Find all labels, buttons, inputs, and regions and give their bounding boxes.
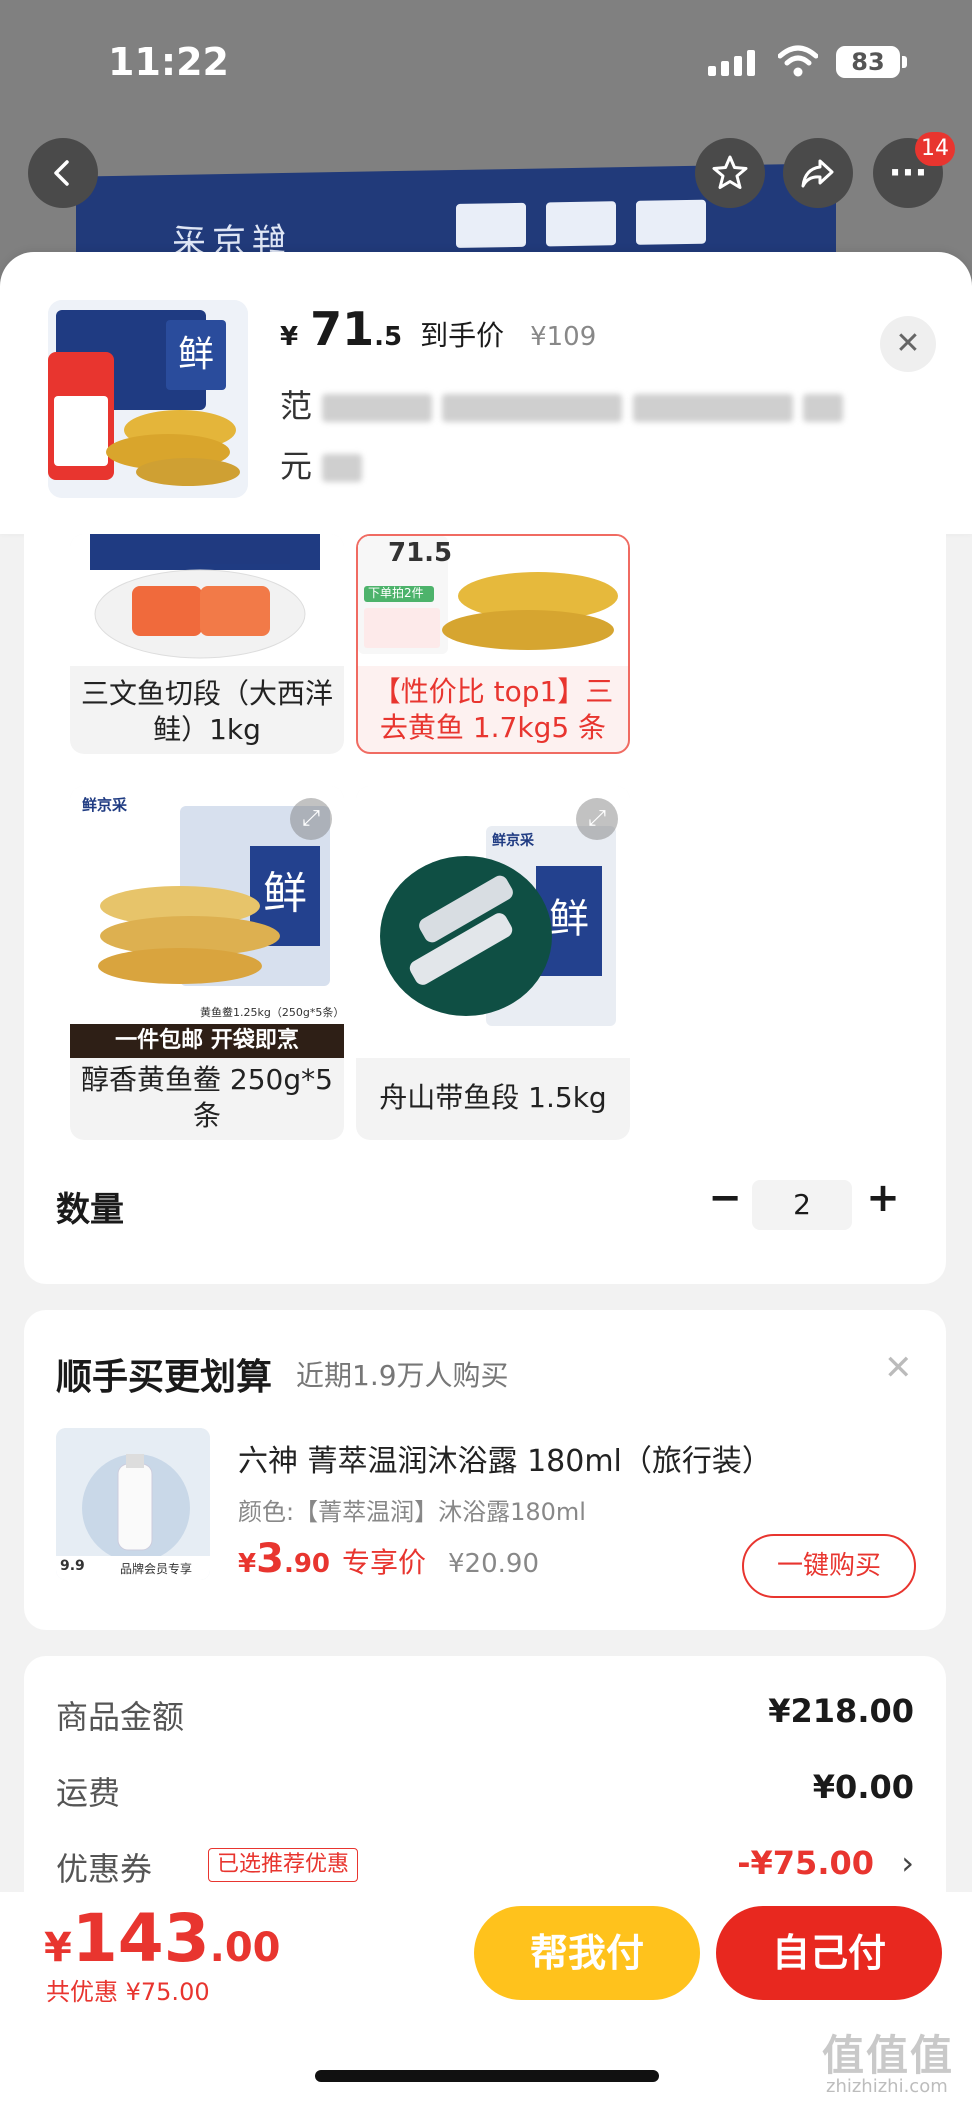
original-price: ¥109 <box>530 322 597 352</box>
quantity-input[interactable]: 2 <box>752 1180 852 1230</box>
svg-text:鲜: 鲜 <box>549 896 589 942</box>
summary-row-shipping: 运费 ¥0.00 <box>56 1768 914 1812</box>
recommend-product-name: 六神 菁萃温润沐浴露 180ml（旅行装） <box>238 1444 772 1479</box>
option-salmon[interactable]: 三文鱼切段（大西洋鲑）1kg <box>70 534 344 754</box>
summary-row-coupon[interactable]: 优惠券 已选推荐优惠 -¥75.00 › <box>56 1844 914 1894</box>
chevron-right-icon: › <box>901 1844 914 1882</box>
option-image: 鲜 鲜京采 ⤢ <box>356 786 630 1058</box>
thumb-price: 9.9 <box>60 1558 85 1574</box>
svg-text:鲜: 鲜 <box>263 868 307 919</box>
option-yellow-croaker-selected[interactable]: 71.5 下单拍2件 【性价比 top1】三去黄鱼 1.7kg5 条 <box>356 534 630 754</box>
option-image <box>70 534 344 666</box>
option-brand: 鲜京采 <box>492 833 534 849</box>
option-ribbonfish[interactable]: 鲜 鲜京采 ⤢ 舟山带鱼段 1.5kg <box>356 786 630 1140</box>
wifi-icon <box>778 45 818 77</box>
help-me-pay-button[interactable]: 帮我付 <box>474 1906 700 2000</box>
option-spec: 黄鱼鲞1.25kg（250g*5条） <box>200 1006 344 1019</box>
pay-myself-button[interactable]: 自己付 <box>716 1906 942 2000</box>
option-image: 鲜 鲜京采 黄鱼鲞1.25kg（250g*5条） 一件包邮 开袋即烹 ⤢ <box>70 786 344 1058</box>
status-time: 11:22 <box>108 40 229 84</box>
summary-row-goods-amount: 商品金额 ¥218.00 <box>56 1692 914 1736</box>
recommend-original-price: ¥20.90 <box>448 1549 539 1579</box>
price-label: 到手价 <box>420 319 505 352</box>
favorite-button[interactable] <box>695 138 765 208</box>
expand-icon[interactable]: ⤢ <box>290 798 332 840</box>
option-banner: 一件包邮 开袋即烹 <box>115 1028 299 1053</box>
option-name: 舟山带鱼段 1.5kg <box>379 1081 607 1114</box>
recommend-price: ¥ 3 .90 专享价 ¥20.90 <box>238 1536 539 1582</box>
addon-recommendation-card: 顺手买更划算 近期1.9万人购买 ✕ 9.9 品牌会员专享 六神 菁萃温润沐浴露… <box>24 1310 946 1630</box>
watermark-url: zhizhizhi.com <box>826 2076 948 2097</box>
notification-badge: 14 <box>915 132 955 166</box>
variant-options-panel: 三文鱼切段（大西洋鲑）1kg 71.5 下单拍2件 【性价比 top1】三去黄鱼… <box>24 534 946 1284</box>
option-dried-croaker[interactable]: 鲜 鲜京采 黄鱼鲞1.25kg（250g*5条） 一件包邮 开袋即烹 ⤢ 醇香黄… <box>70 786 344 1140</box>
close-icon[interactable]: ✕ <box>884 1348 913 1388</box>
option-image: 71.5 下单拍2件 <box>358 536 628 666</box>
status-bar: 11:22 83 <box>0 0 972 130</box>
star-icon <box>712 155 748 189</box>
option-promo-tag: 下单拍2件 <box>368 586 424 600</box>
option-name: 【性价比 top1】三去黄鱼 1.7kg5 条 <box>372 675 614 744</box>
recommend-product-image[interactable]: 9.9 品牌会员专享 <box>56 1428 210 1580</box>
back-button[interactable] <box>28 138 98 208</box>
recommend-product-spec: 颜色:【菁萃温润】沐浴露180ml <box>238 1498 586 1526</box>
total-discount: 共优惠 ¥75.00 <box>46 1978 210 2006</box>
thumb-tag: 品牌会员专享 <box>120 1562 193 1576</box>
battery-icon: 83 <box>836 46 900 78</box>
quantity-increase-button[interactable]: + <box>858 1174 908 1224</box>
quantity-decrease-button[interactable]: − <box>700 1174 750 1224</box>
product-title: 范 元 <box>280 376 890 496</box>
home-indicator[interactable] <box>315 2070 659 2082</box>
option-name: 三文鱼切段（大西洋鲑）1kg <box>80 677 333 746</box>
option-brand: 鲜京采 <box>82 796 128 814</box>
watermark-logo: 值值值 <box>822 2031 955 2080</box>
close-button[interactable]: ✕ <box>880 316 936 372</box>
share-button[interactable] <box>783 138 853 208</box>
recommend-subtitle: 近期1.9万人购买 <box>296 1359 509 1392</box>
svg-text:鲜: 鲜 <box>178 334 214 375</box>
recommend-title: 顺手买更划算 <box>56 1357 273 1398</box>
option-promo-price: 71.5 <box>388 538 453 568</box>
signal-icon <box>708 50 755 76</box>
product-price: ¥ 71 .5 到手价 ¥109 <box>280 302 597 356</box>
share-icon <box>801 159 834 188</box>
total-price: ¥ 143 .00 <box>44 1900 281 1977</box>
product-summary-card: 鲜 ¥ 71 .5 到手价 ¥109 ✕ 范 元 <box>0 252 972 534</box>
exclusive-price-tag: 专享价 <box>342 1546 427 1579</box>
quantity-label: 数量 <box>56 1190 124 1230</box>
product-thumbnail[interactable]: 鲜 <box>48 300 248 498</box>
expand-icon[interactable]: ⤢ <box>576 798 618 840</box>
chevron-left-icon <box>54 160 69 186</box>
option-name: 醇香黄鱼鲞 250g*5 条 <box>81 1063 333 1132</box>
one-click-buy-button[interactable]: 一键购买 <box>742 1534 916 1598</box>
coupon-tag: 已选推荐优惠 <box>208 1848 359 1882</box>
